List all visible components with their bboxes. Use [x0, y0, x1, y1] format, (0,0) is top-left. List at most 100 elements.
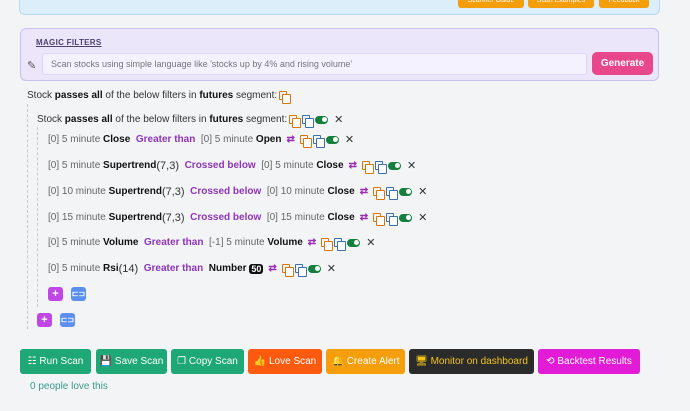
close-icon[interactable]: ✕	[334, 113, 343, 126]
filter-rhs-timeframe[interactable]: 5 minute	[226, 237, 264, 248]
copy-icon[interactable]	[299, 135, 312, 148]
filter-params[interactable]: (14)	[119, 263, 139, 275]
filter-rhs-timeframe[interactable]: 15 minute	[281, 212, 325, 223]
toggle-icon[interactable]	[347, 238, 361, 247]
filter-operator[interactable]: Crossed below	[190, 212, 261, 223]
generate-button[interactable]: Generate	[592, 52, 653, 75]
swap-icon[interactable]: ⇄	[286, 134, 294, 145]
add-group-button[interactable]: ⊏⊐	[71, 287, 86, 301]
filter-operator[interactable]: Greater than	[136, 134, 195, 145]
filter-indicator[interactable]: Close	[103, 134, 130, 145]
create-alert-button[interactable]: 🔔 Create Alert	[326, 349, 405, 374]
magic-filter-input[interactable]	[42, 53, 587, 75]
outer-condition[interactable]: passes all	[55, 90, 103, 101]
filter-offset[interactable]: [0]	[48, 263, 59, 274]
filter-indicator[interactable]: Supertrend	[109, 186, 162, 197]
filter-rhs-timeframe[interactable]: 5 minute	[275, 160, 313, 171]
toggle-icon[interactable]	[325, 135, 339, 144]
filter-offset[interactable]: [0]	[48, 212, 59, 223]
add-outer-group-button[interactable]: ⊏⊐	[60, 313, 75, 327]
duplicate-icon[interactable]	[312, 135, 325, 148]
love-scan-button[interactable]: 👍 Love Scan	[248, 349, 322, 374]
inner-segment[interactable]: futures	[209, 114, 243, 125]
copy-icon[interactable]	[361, 161, 374, 174]
feedback-button[interactable]: Feedback	[599, 0, 649, 8]
duplicate-icon[interactable]	[334, 238, 347, 251]
filter-operator[interactable]: Crossed below	[185, 160, 256, 171]
filter-operator[interactable]: Greater than	[144, 237, 203, 248]
add-filter-button[interactable]: +	[48, 287, 63, 301]
filter-rhs-timeframe[interactable]: 5 minute	[215, 134, 253, 145]
toggle-icon[interactable]	[387, 161, 401, 170]
filter-timeframe[interactable]: 15 minute	[62, 212, 106, 223]
outer-segment[interactable]: futures	[199, 90, 233, 101]
filter-params[interactable]: (7,3)	[156, 160, 179, 172]
filter-offset[interactable]: [0]	[48, 186, 59, 197]
filter-indicator[interactable]: Volume	[103, 237, 138, 248]
filter-timeframe[interactable]: 5 minute	[62, 160, 100, 171]
filter-rhs-indicator[interactable]: Open	[256, 134, 282, 145]
duplicate-icon[interactable]	[386, 187, 399, 200]
filter-timeframe[interactable]: 5 minute	[62, 237, 100, 248]
copy-scan-button[interactable]: ❐ Copy Scan	[171, 349, 244, 374]
filter-indicator[interactable]: Rsi	[103, 263, 119, 274]
run-scan-button[interactable]: ☷ Run Scan	[20, 349, 91, 374]
scanner-guide-button[interactable]: Scanner Guide	[458, 0, 524, 8]
filter-offset[interactable]: [0]	[48, 160, 59, 171]
scan-examples-button[interactable]: Scan Examples	[528, 0, 594, 8]
toggle-icon[interactable]	[307, 264, 321, 273]
copy-icon[interactable]	[279, 91, 292, 104]
duplicate-icon[interactable]	[302, 115, 315, 128]
filter-rhs-indicator[interactable]: Close	[327, 212, 354, 223]
filter-rhs-indicator[interactable]: Close	[327, 186, 354, 197]
filter-operator[interactable]: Crossed below	[190, 186, 261, 197]
filter-indicator[interactable]: Supertrend	[109, 212, 162, 223]
copy-icon[interactable]	[373, 213, 386, 226]
filter-rhs-indicator[interactable]: Close	[316, 160, 343, 171]
filter-rhs-indicator[interactable]: Number	[209, 263, 247, 274]
toggle-icon[interactable]	[399, 213, 413, 222]
backtest-results-button[interactable]: ⟲ Backtest Results	[538, 349, 640, 374]
swap-icon[interactable]: ⇄	[360, 186, 368, 197]
filter-offset[interactable]: [0]	[48, 134, 59, 145]
filter-params[interactable]: (7,3)	[162, 186, 185, 198]
toggle-icon[interactable]	[399, 187, 413, 196]
swap-icon[interactable]: ⇄	[360, 212, 368, 223]
duplicate-icon[interactable]	[386, 213, 399, 226]
swap-icon[interactable]: ⇄	[349, 160, 357, 171]
delete-icon[interactable]: ✕	[366, 236, 375, 249]
copy-icon[interactable]	[321, 238, 334, 251]
duplicate-icon[interactable]	[374, 161, 387, 174]
copy-icon[interactable]	[373, 187, 386, 200]
filter-rhs-offset[interactable]: [0]	[201, 134, 212, 145]
filter-rhs-offset[interactable]: [0]	[261, 160, 272, 171]
duplicate-icon[interactable]	[294, 264, 307, 277]
inner-condition[interactable]: passes all	[65, 114, 113, 125]
filter-rhs-number[interactable]: 50	[249, 263, 264, 274]
swap-icon[interactable]: ⇄	[268, 263, 276, 274]
swap-icon[interactable]: ⇄	[308, 237, 316, 248]
filter-rhs-indicator[interactable]: Volume	[267, 237, 302, 248]
filter-indicator[interactable]: Supertrend	[103, 160, 156, 171]
monitor-dashboard-button[interactable]: 🖥 Monitor on dashboard	[409, 349, 534, 374]
filter-rhs-offset[interactable]: [0]	[267, 212, 278, 223]
copy-icon[interactable]	[289, 115, 302, 128]
delete-icon[interactable]: ✕	[418, 185, 427, 198]
delete-icon[interactable]: ✕	[345, 133, 354, 146]
filter-rhs-timeframe[interactable]: 10 minute	[281, 186, 325, 197]
add-outer-filter-button[interactable]: +	[37, 313, 52, 327]
filter-timeframe[interactable]: 10 minute	[62, 186, 106, 197]
delete-icon[interactable]: ✕	[418, 211, 427, 224]
toggle-icon[interactable]	[315, 115, 329, 124]
delete-icon[interactable]: ✕	[327, 262, 336, 275]
filter-offset[interactable]: [0]	[48, 237, 59, 248]
filter-timeframe[interactable]: 5 minute	[62, 134, 100, 145]
filter-timeframe[interactable]: 5 minute	[62, 263, 100, 274]
save-scan-button[interactable]: 💾 Save Scan	[96, 349, 167, 374]
filter-operator[interactable]: Greater than	[144, 263, 203, 274]
copy-icon[interactable]	[281, 264, 294, 277]
filter-rhs-offset[interactable]: [-1]	[209, 237, 223, 248]
delete-icon[interactable]: ✕	[407, 159, 416, 172]
filter-params[interactable]: (7,3)	[162, 212, 185, 224]
filter-rhs-offset[interactable]: [0]	[267, 186, 278, 197]
